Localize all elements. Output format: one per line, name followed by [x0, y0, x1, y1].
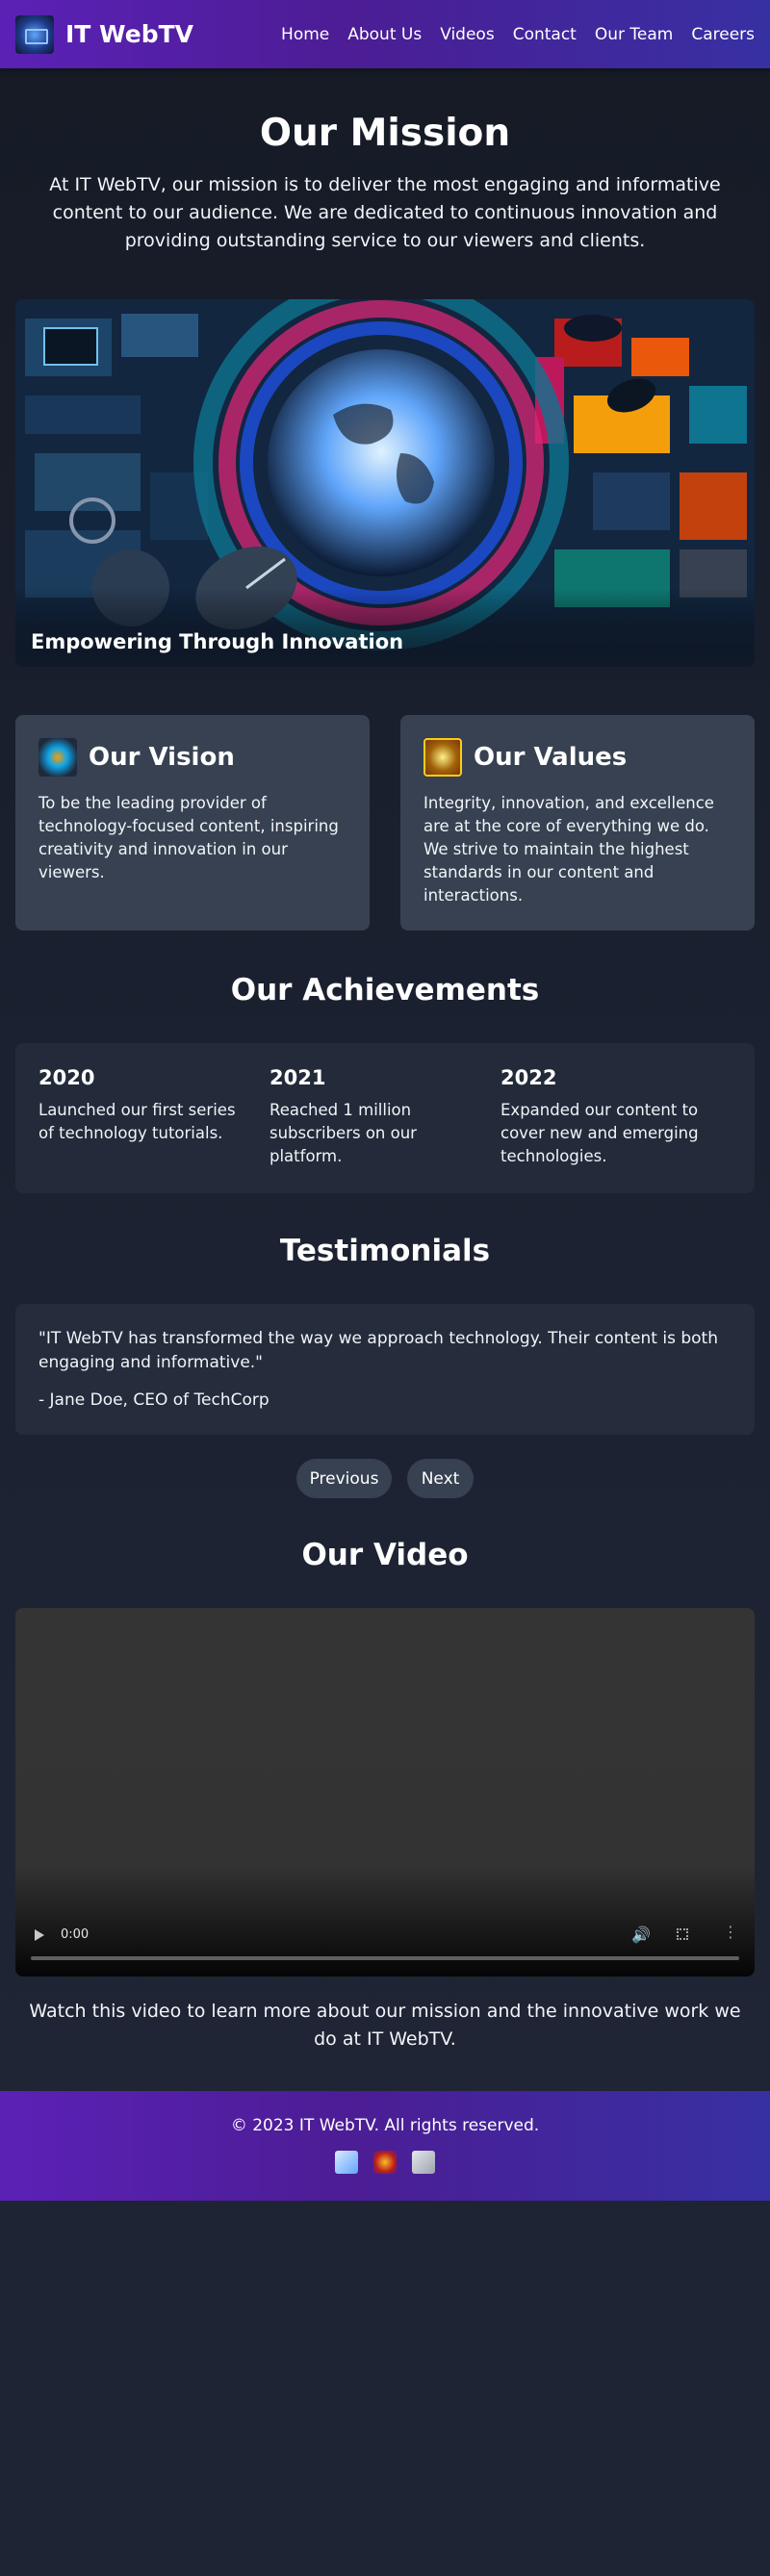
social-icon-2[interactable]	[373, 2151, 397, 2174]
achievement-text: Reached 1 million subscribers on our pla…	[270, 1101, 417, 1165]
mission-text: At IT WebTV, our mission is to deliver t…	[49, 174, 721, 251]
nav-contact[interactable]: Contact	[513, 25, 577, 44]
vision-card: Our Vision To be the leading provider of…	[15, 715, 370, 931]
achievement-item: 2020 Launched our first series of techno…	[38, 1066, 270, 1170]
hero-illustration	[15, 299, 755, 667]
nav-home[interactable]: Home	[281, 25, 329, 44]
vision-title: Our Vision	[89, 743, 235, 772]
copyright-text: © 2023 IT WebTV. All rights reserved.	[230, 2116, 540, 2135]
achievement-year: 2022	[500, 1066, 557, 1089]
vision-card-head: Our Vision	[38, 738, 346, 777]
social-links	[335, 2151, 435, 2174]
values-title: Our Values	[474, 743, 628, 772]
mission-title: Our Mission	[259, 112, 511, 155]
satellite-logo-icon[interactable]	[15, 14, 54, 54]
social-icon-1[interactable]	[335, 2151, 358, 2174]
video-title: Our Video	[301, 1538, 469, 1572]
achievement-text: Launched our first series of technology …	[38, 1101, 236, 1142]
values-card-head: Our Values	[424, 738, 732, 777]
page-background	[0, 2201, 770, 2576]
video-progress-bar[interactable]	[31, 1956, 739, 1960]
site-footer: © 2023 IT WebTV. All rights reserved.	[0, 2091, 770, 2201]
vision-text: To be the leading provider of technology…	[38, 794, 339, 881]
testimonial-card: "IT WebTV has transformed the way we app…	[15, 1304, 755, 1435]
nav-careers[interactable]: Careers	[691, 25, 755, 44]
video-controls: 0:00 🔊 ⋮	[15, 1900, 755, 1977]
video-time: 0:00	[61, 1927, 90, 1942]
vision-icon	[38, 738, 77, 777]
testimonials-title: Testimonials	[279, 1234, 491, 1268]
achievement-item: 2022 Expanded our content to cover new a…	[500, 1066, 732, 1170]
social-icon-3[interactable]	[412, 2151, 435, 2174]
more-options-icon[interactable]: ⋮	[723, 1923, 738, 1941]
play-icon[interactable]	[35, 1929, 44, 1941]
fullscreen-icon[interactable]	[677, 1928, 688, 1940]
hero-caption: Empowering Through Innovation	[31, 630, 404, 653]
achievement-year: 2021	[270, 1066, 326, 1089]
testimonial-quote: "IT WebTV has transformed the way we app…	[38, 1329, 718, 1372]
nav-videos[interactable]: Videos	[440, 25, 495, 44]
testimonial-author: - Jane Doe, CEO of TechCorp	[38, 1390, 270, 1410]
video-caption: Watch this video to learn more about our…	[29, 2001, 741, 2050]
previous-button[interactable]: Previous	[296, 1459, 392, 1498]
achievement-item: 2021 Reached 1 million subscribers on ou…	[270, 1066, 500, 1170]
nav-our-team[interactable]: Our Team	[595, 25, 673, 44]
values-card: Our Values Integrity, innovation, and ex…	[400, 715, 755, 931]
site-header: IT WebTV Home About Us Videos Contact Ou…	[0, 0, 770, 68]
volume-icon[interactable]: 🔊	[631, 1926, 651, 1944]
main-content: Our Mission At IT WebTV, our mission is …	[0, 68, 770, 2091]
values-icon	[424, 738, 462, 777]
achievement-text: Expanded our content to cover new and em…	[500, 1101, 699, 1165]
brand-name[interactable]: IT WebTV	[65, 20, 193, 48]
achievements-panel: 2020 Launched our first series of techno…	[15, 1043, 755, 1193]
video-player[interactable]: 0:00 🔊 ⋮	[15, 1608, 755, 1977]
next-button[interactable]: Next	[407, 1459, 474, 1498]
achievements-title: Our Achievements	[230, 973, 540, 1007]
values-text: Integrity, innovation, and excellence ar…	[424, 794, 714, 905]
hero-image: Empowering Through Innovation	[15, 299, 755, 667]
achievement-year: 2020	[38, 1066, 95, 1089]
main-nav: Home About Us Videos Contact Our Team Ca…	[281, 25, 755, 44]
nav-about-us[interactable]: About Us	[347, 25, 422, 44]
